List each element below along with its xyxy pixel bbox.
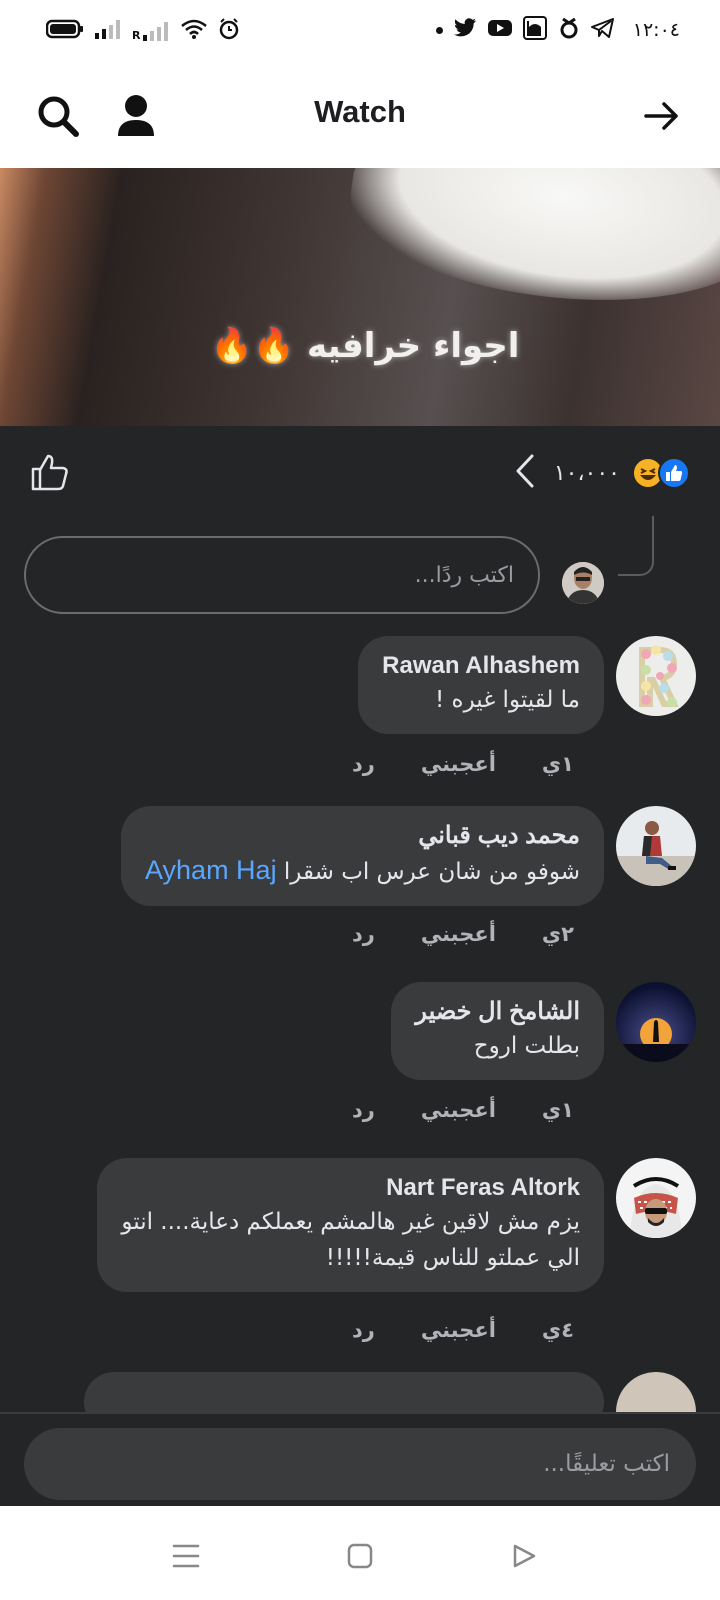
comment-actions: ٢ي أعجبني رد — [352, 922, 574, 946]
comment-author[interactable]: الشامخ ال خضير — [415, 996, 580, 1028]
current-user-avatar — [562, 562, 604, 604]
comment-author[interactable]: Rawan Alhashem — [382, 650, 580, 682]
app-icon — [557, 16, 581, 44]
page-title: Watch — [314, 94, 406, 129]
roaming-label: R — [132, 29, 141, 42]
reply-input[interactable] — [24, 536, 540, 614]
comment-actions: ٤ي أعجبني رد — [352, 1318, 574, 1342]
like-button[interactable]: أعجبني — [421, 1098, 496, 1122]
comment-text: بطلت اروح — [473, 1033, 580, 1059]
comment-time: ٢ي — [541, 922, 574, 946]
status-bar-left: R — [45, 18, 240, 44]
recents-icon[interactable] — [166, 1536, 206, 1576]
like-outline-icon[interactable] — [30, 452, 70, 496]
comment-text-row: شوفو من شان عرس اب شقرا Ayham Haj — [145, 852, 580, 890]
reaction-summary[interactable]: ١٠،٠٠٠ — [516, 454, 690, 492]
video-frame-highlight — [340, 168, 720, 327]
reply-button[interactable]: رد — [352, 1318, 375, 1342]
video-caption: اجواء خرافيه 🔥🔥 — [210, 326, 520, 366]
reply-button[interactable]: رد — [352, 752, 375, 776]
like-button[interactable]: أعجبني — [421, 1318, 496, 1342]
like-button[interactable]: أعجبني — [421, 922, 496, 946]
mention-link[interactable]: Ayham Haj — [145, 855, 277, 885]
roaming-signal-icon: R — [132, 20, 170, 42]
reactions-row: ١٠،٠٠٠ — [0, 426, 720, 516]
status-bar: R ١٢:٠٤ — [0, 0, 720, 64]
battery-icon — [45, 19, 84, 43]
comment-actions: ١ي أعجبني رد — [352, 752, 574, 776]
commenter-avatar[interactable] — [616, 1158, 696, 1238]
comment-input[interactable] — [24, 1428, 696, 1500]
comment-text-line: الي عملتو للناس قيمة!!!!! — [325, 1245, 580, 1271]
telegram-icon — [590, 17, 615, 43]
signal-icon — [94, 18, 122, 44]
commenter-avatar[interactable] — [616, 1372, 696, 1412]
youtube-icon — [487, 18, 513, 42]
wifi-icon — [180, 18, 208, 44]
status-time: ١٢:٠٤ — [632, 19, 680, 41]
comment-text: شوفو من شان عرس اب شقرا — [283, 859, 580, 885]
home-icon[interactable] — [340, 1536, 380, 1576]
comment-composer — [0, 1412, 720, 1506]
commenter-avatar[interactable] — [616, 982, 696, 1062]
comment-actions: ١ي أعجبني رد — [352, 1098, 574, 1122]
comment-text-line: يزم مش لاقين غير هالمشم يعملكم دعاية....… — [121, 1209, 580, 1235]
comment-bubble[interactable] — [84, 1372, 604, 1412]
header: Watch — [0, 64, 720, 168]
comment-time: ٤ي — [541, 1318, 574, 1342]
mosque-app-icon — [522, 16, 547, 44]
comments-panel: ١٠،٠٠٠ Rawan Alhashem ما لقيتوا غيره ! ١… — [0, 426, 720, 1412]
forward-arrow-icon[interactable] — [638, 92, 686, 140]
reply-button[interactable]: رد — [352, 922, 375, 946]
comment-bubble[interactable]: الشامخ ال خضير بطلت اروح — [391, 982, 604, 1080]
back-icon[interactable] — [504, 1536, 544, 1576]
reaction-count: ١٠،٠٠٠ — [553, 460, 620, 486]
comment-time: ١ي — [541, 1098, 574, 1122]
comment-bubble[interactable]: Nart Feras Altork يزم مش لاقين غير هالمش… — [97, 1158, 604, 1292]
commenter-avatar[interactable] — [616, 636, 696, 716]
video-player[interactable]: اجواء خرافيه 🔥🔥 — [0, 168, 720, 426]
like-button[interactable]: أعجبني — [421, 752, 496, 776]
dot-icon — [435, 26, 443, 34]
chevron-left-icon[interactable] — [516, 454, 534, 492]
reply-button[interactable]: رد — [352, 1098, 375, 1122]
comment-author[interactable]: محمد ديب قباني — [145, 820, 580, 852]
alarm-icon — [218, 18, 240, 44]
twitter-icon — [453, 18, 477, 42]
comment-author[interactable]: Nart Feras Altork — [121, 1172, 580, 1204]
comment-bubble[interactable]: محمد ديب قباني شوفو من شان عرس اب شقرا A… — [121, 806, 604, 906]
like-icon — [658, 457, 690, 489]
system-nav-bar — [0, 1506, 720, 1600]
commenter-avatar[interactable] — [616, 806, 696, 886]
comment-time: ١ي — [541, 752, 574, 776]
reply-thread-connector — [618, 516, 654, 576]
comment-text: ما لقيتوا غيره ! — [435, 687, 580, 713]
status-bar-right: ١٢:٠٤ — [435, 16, 680, 44]
comment-bubble[interactable]: Rawan Alhashem ما لقيتوا غيره ! — [358, 636, 604, 734]
